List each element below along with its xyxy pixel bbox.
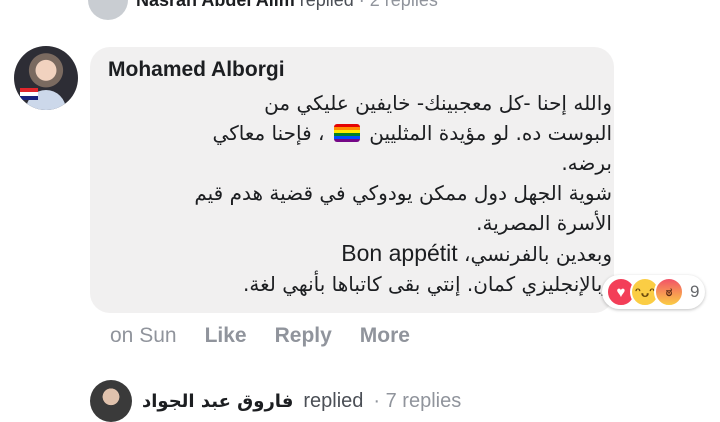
comment-line: الأسرة المصرية. bbox=[476, 211, 612, 235]
nested-reply-row[interactable]: فاروق عبد الجواد replied · 7 replies bbox=[90, 380, 461, 422]
reply-author[interactable]: Nasran Abdel Alim bbox=[136, 0, 295, 10]
avatar[interactable] bbox=[90, 380, 132, 422]
previous-reply-row[interactable]: Nasran Abdel Alim replied · 2 replies bbox=[88, 0, 438, 20]
reply-count[interactable]: · 2 replies bbox=[359, 0, 438, 10]
rainbow-flag-icon bbox=[333, 124, 360, 142]
comment-line: وبعدين بالفرنسي، Bon appétit bbox=[92, 238, 612, 269]
reactions-summary[interactable]: ♥ ᵔᴗᵔ ಠ 9 bbox=[602, 275, 706, 309]
angry-icon: ಠ bbox=[654, 277, 684, 307]
comment-author[interactable]: Mohamed Alborgi bbox=[108, 58, 285, 82]
comment-line: البوست ده. لو مؤيدة المثليين ، فإحنا معا… bbox=[92, 118, 612, 148]
comment-text: والله إحنا -كل معجبينك- خايفين عليكي من … bbox=[92, 88, 612, 299]
comment-segment: وبعدين بالفرنسي، bbox=[464, 242, 612, 266]
reaction-count: 9 bbox=[690, 282, 700, 301]
comment-timestamp[interactable]: on Sun bbox=[110, 324, 177, 348]
commenter-avatar[interactable] bbox=[14, 46, 78, 110]
comment-line: والله إحنا -كل معجبينك- خايفين عليكي من bbox=[264, 91, 612, 115]
avatar[interactable] bbox=[88, 0, 128, 20]
comment-actions: on Sun Like Reply More bbox=[110, 324, 410, 348]
comment-line: برضه. bbox=[561, 151, 612, 175]
flag-icon bbox=[20, 88, 38, 100]
replied-label: replied bbox=[303, 389, 364, 412]
previous-reply-text: Nasran Abdel Alim replied · 2 replies bbox=[136, 0, 438, 11]
replied-label: replied bbox=[300, 0, 354, 10]
like-button[interactable]: Like bbox=[205, 324, 247, 348]
more-button[interactable]: More bbox=[360, 324, 410, 348]
comment-segment: Bon appétit bbox=[341, 240, 458, 266]
reply-button[interactable]: Reply bbox=[275, 324, 332, 348]
comment-line: وبالإنجليزي كمان. إنتي بقى كاتباها بأنهي… bbox=[243, 272, 612, 296]
comment-line: شوية الجهل دول ممكن يودوكي في قضية هدم ق… bbox=[194, 181, 612, 205]
comment-segment: ، فإحنا معاكي bbox=[212, 121, 325, 145]
comment-segment: البوست ده. لو مؤيدة المثليين bbox=[369, 121, 612, 145]
reply-count[interactable]: · 7 replies bbox=[373, 390, 461, 413]
reply-author[interactable]: فاروق عبد الجواد bbox=[142, 391, 293, 412]
